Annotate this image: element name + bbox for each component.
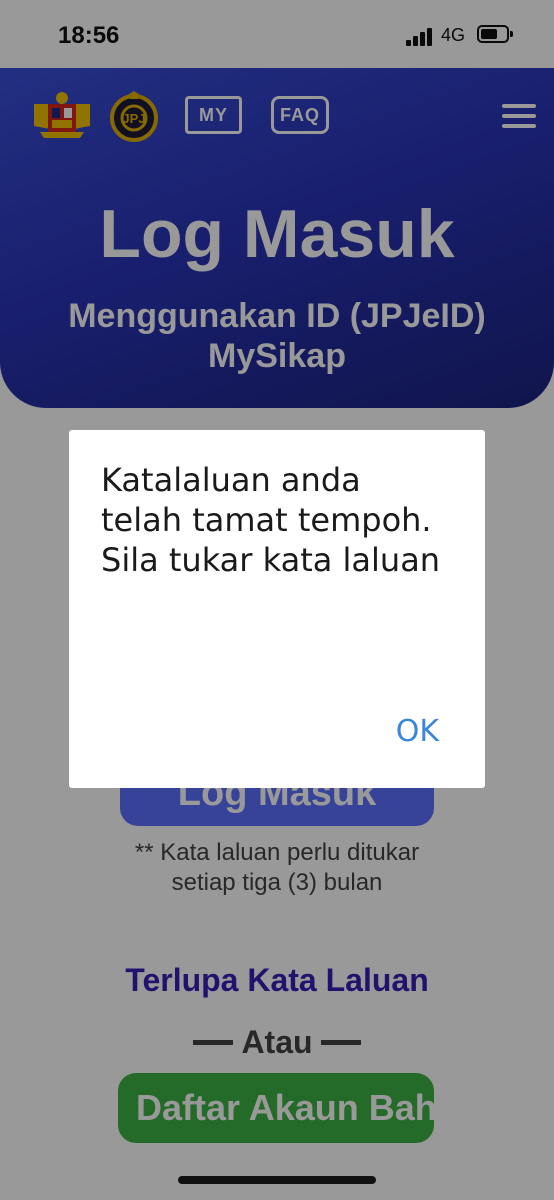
alert-dialog: Katalaluan anda telah tamat tempoh. Sila… [69, 430, 485, 788]
ok-button[interactable]: OK [396, 714, 439, 749]
dialog-message: Katalaluan anda telah tamat tempoh. Sila… [101, 461, 441, 579]
home-indicator[interactable] [178, 1176, 376, 1184]
